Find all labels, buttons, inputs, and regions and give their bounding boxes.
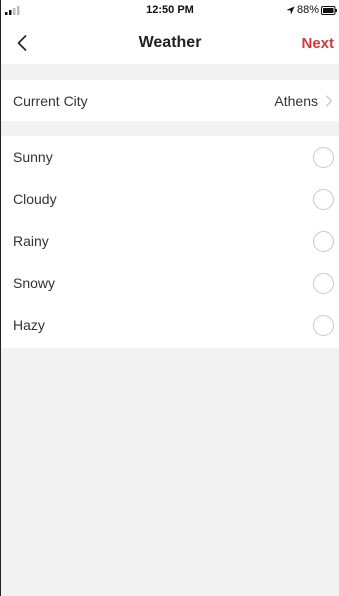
radio-button[interactable] <box>313 230 334 252</box>
weather-options-list: Sunny Cloudy Rainy Snowy Hazy <box>1 136 339 348</box>
option-snowy[interactable]: Snowy <box>1 262 339 304</box>
battery-icon <box>321 5 337 15</box>
option-label: Snowy <box>13 275 56 291</box>
current-city-value-group: Athens <box>274 93 333 109</box>
radio-button[interactable] <box>313 314 334 336</box>
radio-button[interactable] <box>313 272 334 294</box>
radio-button[interactable] <box>313 146 334 168</box>
next-button[interactable]: Next <box>301 35 334 52</box>
option-rainy[interactable]: Rainy <box>1 220 339 262</box>
page-title: Weather <box>138 34 202 51</box>
current-city-value: Athens <box>274 92 318 109</box>
option-label: Sunny <box>13 149 53 165</box>
location-icon <box>286 5 295 15</box>
status-right: 88% <box>286 4 337 16</box>
current-city-label: Current City <box>13 92 88 109</box>
current-city-row[interactable]: Current City Athens <box>1 80 339 121</box>
option-label: Rainy <box>13 233 49 249</box>
navigation-bar: Weather Next <box>1 22 339 64</box>
option-label: Hazy <box>13 317 45 333</box>
weather-screen: 12:50 PM 88% Weather Next Current City A… <box>0 0 339 596</box>
option-label: Cloudy <box>13 191 57 207</box>
option-cloudy[interactable]: Cloudy <box>1 178 339 220</box>
status-bar: 12:50 PM 88% <box>1 0 339 22</box>
option-sunny[interactable]: Sunny <box>1 136 339 178</box>
option-hazy[interactable]: Hazy <box>1 304 339 346</box>
battery-percentage: 88% <box>296 4 319 16</box>
radio-button[interactable] <box>313 188 334 210</box>
chevron-right-icon <box>325 94 333 107</box>
